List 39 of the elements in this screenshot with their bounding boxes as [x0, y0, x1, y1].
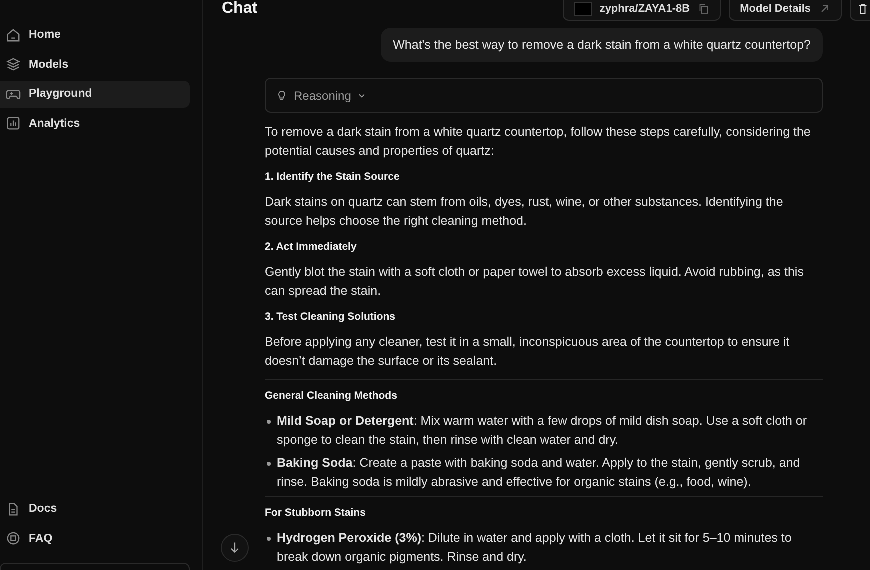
section-heading: 1. Identify the Stain Source — [265, 170, 401, 185]
nav-item[interactable]: Docs — [0, 496, 190, 522]
section-heading: 2. Act Immediately — [265, 240, 358, 255]
bullet-icon — [267, 537, 271, 541]
model-selector[interactable]: zyphra/ZAYA1-8B — [562, 0, 722, 21]
lightbulb-icon — [276, 90, 288, 102]
bullet-icon — [267, 462, 271, 466]
scroll-down-button[interactable] — [221, 534, 249, 562]
section-heading: For Stubborn Stains — [265, 506, 367, 521]
section-heading: General Cleaning Methods — [265, 389, 398, 404]
answer-paragraph: Gently blot the stain with a soft cloth or paper towel to absorb excess liquid. Avoid rubbing, as this can spread the stain. — [265, 264, 805, 300]
answer-paragraph: Before applying any cleaner, test it in a small, inconspicuous area of the countertop to ensure it doesn’t damage the surface or its sealant. — [265, 334, 791, 370]
trash-icon — [857, 3, 869, 15]
answer-paragraph: Dark stains on quartz can stem from oils, dyes, rust, wine, or other substances. Identifying the source helps choose the right cleaning method. — [265, 194, 784, 230]
nav-item[interactable]: Models — [0, 52, 190, 78]
list-item: Hydrogen Peroxide (3%): Dilute in water and apply with a cloth. Let it sit for 5–10 minutes to break down organic pigments. Rinse and dry. — [277, 530, 793, 566]
reasoning-toggle[interactable]: Reasoning — [265, 78, 823, 113]
delete-button[interactable] — [850, 0, 870, 21]
copy-icon — [698, 3, 710, 15]
document-icon — [6, 502, 21, 517]
external-link-icon — [819, 3, 831, 15]
chart-icon — [6, 116, 21, 132]
home-icon — [6, 28, 21, 43]
answer-paragraph: To remove a dark stain from a white quartz countertop, follow these steps carefully, considering the potential causes and properties of quartz: — [265, 124, 812, 160]
help-icon — [6, 531, 21, 546]
nav-item[interactable]: FAQ — [0, 526, 190, 552]
nav-item[interactable]: Home — [0, 22, 190, 48]
nav-item[interactable]: Playground — [0, 81, 190, 108]
page-title: Chat — [222, 0, 258, 18]
list-item: Baking Soda: Create a paste with baking soda and water. Apply to the stain, gently scrub, and rinse. Baking soda is mildly abrasive and effective for organic stains (e.g., food, wine). — [277, 455, 802, 491]
user-message: What's the best way to remove a dark stain from a white quartz countertop? — [381, 28, 823, 62]
layers-icon — [6, 57, 21, 72]
bullet-icon — [267, 420, 271, 424]
nav-item[interactable]: Analytics — [0, 110, 190, 137]
list-item: Mild Soap or Detergent: Mix warm water with a few drops of mild dish soap. Use a soft cloth or sponge to clean the stain, then rinse with clean water and dry. — [277, 413, 808, 449]
section-heading: 3. Test Cleaning Solutions — [265, 310, 396, 325]
model-logo-icon — [574, 2, 592, 16]
arrow-down-icon — [228, 541, 242, 555]
model-details-button[interactable]: Model Details — [729, 0, 842, 21]
